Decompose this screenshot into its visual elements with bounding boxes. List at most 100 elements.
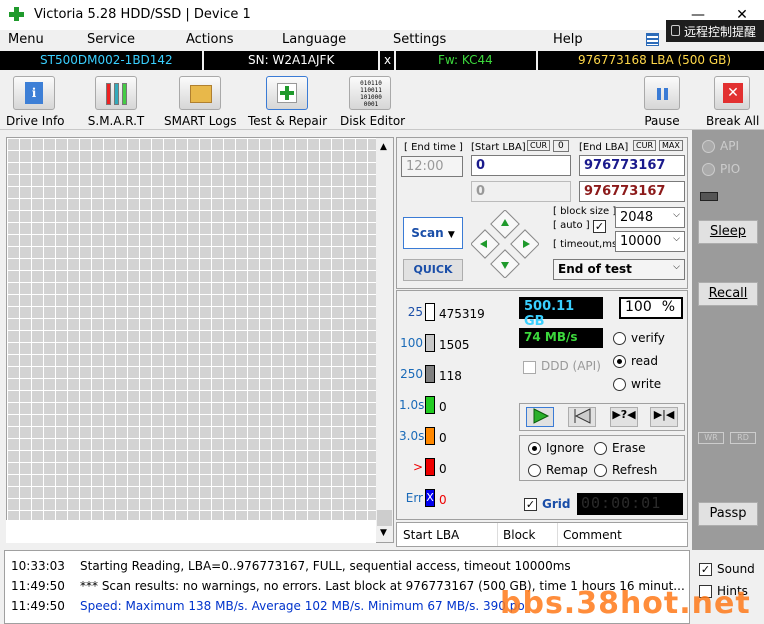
- timeout-select[interactable]: 10000 ⌵: [615, 231, 685, 252]
- skip-unknown-button[interactable]: ▶?◀: [610, 407, 638, 427]
- end-time-label: [ End time ]: [404, 142, 463, 153]
- seek-dpad[interactable]: [470, 209, 540, 279]
- break-all-button[interactable]: ✕ Break All: [706, 76, 759, 128]
- remap-radio[interactable]: [528, 464, 541, 477]
- test-repair-button[interactable]: Test & Repair: [248, 76, 327, 128]
- status-indicator: [700, 192, 718, 201]
- auto-label: [ auto ]: [553, 220, 590, 231]
- scroll-thumb[interactable]: [377, 510, 392, 526]
- recall-button[interactable]: Recall: [698, 282, 758, 306]
- menu-actions[interactable]: Actions: [186, 32, 234, 47]
- start-cur-button[interactable]: CUR: [527, 140, 550, 151]
- end-time-field[interactable]: 12:00: [401, 156, 463, 177]
- column-comment[interactable]: Comment: [563, 528, 622, 542]
- end-lba-field[interactable]: 976773167: [579, 155, 685, 176]
- scan-controls-panel: [ End time ] 12:00 [Start LBA] CUR 0 [En…: [396, 137, 688, 289]
- histogram-label: 1.0s: [399, 398, 425, 412]
- menu-service[interactable]: Service: [87, 32, 135, 47]
- grid-scrollbar[interactable]: ▲ ▼: [376, 138, 393, 542]
- progress-percent: 100%: [619, 297, 683, 319]
- pio-radio[interactable]: [702, 163, 715, 176]
- pio-label: PIO: [720, 162, 741, 176]
- disk-editor-button[interactable]: 010110 110011 101000 0001 Disk Editor: [340, 76, 405, 128]
- block-size-label: [ block size ]: [553, 206, 617, 217]
- scroll-down-icon[interactable]: ▼: [380, 528, 387, 538]
- elapsed-timer: 00:00:01: [577, 493, 683, 515]
- verify-radio[interactable]: [613, 332, 626, 345]
- end-cur-button[interactable]: CUR: [633, 140, 656, 151]
- scan-button[interactable]: Scan ▼: [403, 217, 463, 249]
- histogram-swatch: [425, 365, 435, 383]
- grid-label: Grid: [542, 497, 571, 511]
- auto-checkbox[interactable]: ✓: [593, 220, 606, 233]
- column-start-lba[interactable]: Start LBA: [403, 528, 459, 542]
- passp-button[interactable]: Passp: [698, 502, 758, 526]
- remote-control-notice: 远程控制提醒: [666, 20, 764, 42]
- erase-radio[interactable]: [594, 442, 607, 455]
- histogram-count: 1505: [439, 338, 470, 352]
- write-radio[interactable]: [613, 378, 626, 391]
- start-zero-button[interactable]: 0: [553, 140, 569, 152]
- medical-kit-icon: [266, 76, 308, 110]
- ddd-api-checkbox[interactable]: [523, 361, 536, 374]
- scroll-up-icon[interactable]: ▲: [380, 142, 387, 152]
- window-title: Victoria 5.28 HDD/SSD | Device 1: [34, 7, 251, 22]
- block-size-select[interactable]: 2048 ⌵: [615, 207, 685, 228]
- histogram-count: 0: [439, 400, 447, 414]
- end-max-button[interactable]: MAX: [659, 140, 683, 151]
- drive-info-bar: ST500DM002-1BD142 SN: W2A1AJFK x Fw: KC4…: [0, 51, 764, 70]
- ignore-radio[interactable]: [528, 442, 541, 455]
- write-label: write: [631, 377, 662, 391]
- end-lba-label: [End LBA]: [579, 142, 629, 153]
- start-lba-current: 0: [471, 181, 571, 202]
- histogram-label: Err: [405, 491, 423, 505]
- sound-checkbox[interactable]: ✓: [699, 563, 712, 576]
- stop-x-icon: ✕: [714, 76, 750, 110]
- histogram-label: 250: [400, 367, 423, 381]
- toolbar: i Drive Info S.M.A.R.T SMART Logs Test &…: [0, 70, 764, 130]
- histogram-swatch: [425, 396, 435, 414]
- histogram-swatch: [425, 458, 435, 476]
- sleep-button[interactable]: Sleep: [698, 220, 758, 244]
- chevron-down-icon: ⌵: [673, 210, 680, 220]
- read-radio[interactable]: [613, 355, 626, 368]
- grid-checkbox[interactable]: ✓: [524, 498, 537, 511]
- refresh-radio[interactable]: [594, 464, 607, 477]
- histogram-label: 3.0s: [399, 429, 425, 443]
- app-cross-icon: [8, 6, 24, 22]
- list-icon[interactable]: [646, 33, 659, 46]
- read-label: read: [631, 354, 659, 368]
- smart-logs-button[interactable]: SMART Logs: [164, 76, 236, 128]
- watermark: bbs.38hot.net: [500, 586, 751, 621]
- defect-list-header: Start LBA Block Comment: [396, 522, 688, 547]
- start-lba-field[interactable]: 0: [471, 155, 571, 176]
- dropdown-arrow-icon: ▼: [447, 230, 455, 240]
- play-button[interactable]: [526, 407, 554, 427]
- histogram-count: 475319: [439, 307, 485, 321]
- wr-indicator: WR: [698, 432, 724, 444]
- menu-language[interactable]: Language: [282, 32, 346, 47]
- scan-stats-panel: 25 475319 100 1505 250 118 1.0s 0 3.0s 0 >0 Err X 0 5…: [396, 290, 688, 520]
- timing-histogram: 25 475319 100 1505 250 118 1.0s 0 3.0s 0 >0 Err X 0: [397, 291, 517, 519]
- rewind-button[interactable]: [568, 407, 596, 427]
- quick-button[interactable]: QUICK: [403, 259, 463, 281]
- shield-icon: [671, 25, 680, 36]
- serial-copy-x[interactable]: x: [384, 53, 391, 67]
- rd-indicator: RD: [730, 432, 756, 444]
- smart-button[interactable]: S.M.A.R.T: [86, 76, 146, 128]
- histogram-count: 0: [439, 431, 447, 445]
- drive-info-button[interactable]: i Drive Info: [6, 76, 65, 128]
- menu-menu[interactable]: Menu: [8, 32, 44, 47]
- start-lba-label: [Start LBA]: [471, 142, 526, 153]
- pause-button[interactable]: Pause: [642, 76, 682, 128]
- remote-notice-text: 远程控制提醒: [684, 25, 757, 39]
- column-block[interactable]: Block: [503, 528, 535, 542]
- menu-settings[interactable]: Settings: [393, 32, 446, 47]
- end-of-test-select[interactable]: End of test ⌵: [553, 259, 685, 280]
- api-radio[interactable]: [702, 140, 715, 153]
- menu-help[interactable]: Help: [553, 32, 583, 47]
- playback-controls: ▶?◀ ▶|◀: [519, 403, 685, 431]
- goto-end-button[interactable]: ▶|◀: [650, 407, 678, 427]
- timeout-label: [ timeout,ms ]: [553, 239, 625, 250]
- ddd-api-label: DDD (API): [541, 359, 601, 373]
